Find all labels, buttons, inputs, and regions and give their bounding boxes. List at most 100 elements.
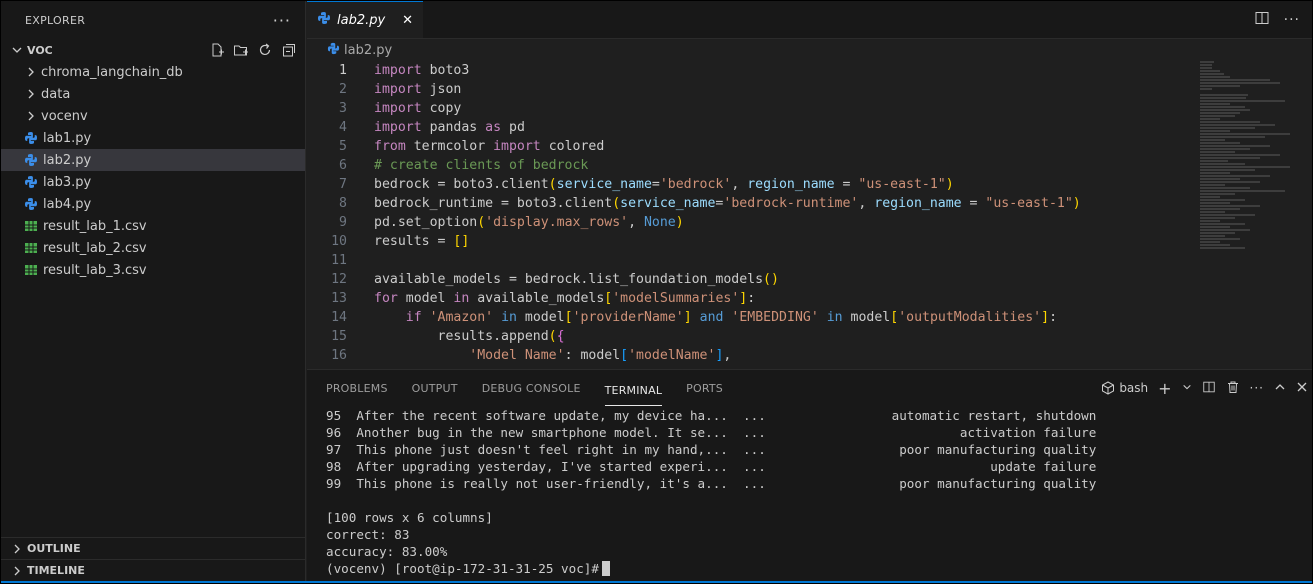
- breadcrumb[interactable]: lab2.py: [307, 39, 1312, 61]
- more-actions-button[interactable]: ···: [273, 11, 291, 30]
- explorer-sidebar: EXPLORER ··· VOC chroma_langchain_db dat…: [1, 1, 306, 583]
- split-terminal-icon[interactable]: [1202, 380, 1216, 397]
- terminal-prompt-line[interactable]: (vocenv) [root@ip-172-31-31-25 voc]#: [326, 561, 1306, 578]
- code-line: 9 pd.set_option('display.max_rows', None): [307, 213, 1187, 232]
- python-file-icon: [317, 11, 331, 29]
- tab-lab2[interactable]: lab2.py ✕: [307, 1, 423, 38]
- tab-ports[interactable]: PORTS: [686, 370, 723, 406]
- row-index: 95: [326, 408, 342, 423]
- tab-debug-console[interactable]: DEBUG CONSOLE: [482, 370, 581, 406]
- code-editor[interactable]: 1 import boto3 2 import json 3 import copy …: [307, 61, 1187, 369]
- tree-item-lab1[interactable]: lab1.py: [1, 127, 305, 149]
- row-index: 96: [326, 425, 342, 440]
- line-number: 5: [339, 139, 347, 154]
- more-icon[interactable]: ···: [1250, 381, 1264, 395]
- tree-item-label: lab2.py: [43, 152, 92, 168]
- code-line: 12 available_models = bedrock.list_founda…: [307, 270, 1187, 289]
- tree-item-lab4[interactable]: lab4.py: [1, 193, 305, 215]
- editor-area: lab2.py ✕ ··· lab2.py 1 import boto3 2 imp…: [307, 1, 1312, 369]
- breadcrumb-file: lab2.py: [344, 42, 393, 58]
- terminal-accuracy: accuracy: 83.00%: [326, 544, 448, 559]
- python-file-icon: [23, 174, 39, 190]
- terminal-icon: [1102, 381, 1115, 395]
- timeline-section[interactable]: TIMELINE: [1, 559, 306, 581]
- terminal-row: 96 Another bug in the new smartphone mod…: [326, 425, 1306, 442]
- tree-item-label: lab3.py: [43, 174, 92, 190]
- code-line: 7 bedrock = boto3.client(service_name='be…: [307, 175, 1187, 194]
- line-number: 11: [331, 253, 347, 268]
- chevron-down-icon: [9, 42, 25, 58]
- explorer-title: EXPLORER: [25, 13, 86, 27]
- code-line: 6 # create clients of bedrock: [307, 156, 1187, 175]
- line-number: 6: [339, 158, 347, 173]
- more-actions-icon[interactable]: ···: [1284, 12, 1300, 28]
- collapse-all-icon[interactable]: [281, 42, 297, 58]
- tree-item-result-lab-2[interactable]: result_lab_2.csv: [1, 237, 305, 259]
- tree-item-label: data: [41, 86, 71, 102]
- chevron-right-icon: [23, 108, 39, 124]
- terminal-profile[interactable]: bash: [1101, 381, 1148, 395]
- row-text: After the recent software update, my dev…: [356, 408, 766, 423]
- tab-problems[interactable]: PROBLEMS: [326, 370, 388, 406]
- row-text: This phone is really not user-friendly, …: [356, 476, 766, 491]
- code-line: 5 from termcolor import colored: [307, 137, 1187, 156]
- tree-item-label: lab1.py: [43, 130, 92, 146]
- minimap[interactable]: [1200, 61, 1295, 261]
- terminal-row: 99 This phone is really not user-friendl…: [326, 476, 1306, 493]
- new-file-icon[interactable]: [209, 42, 225, 58]
- new-folder-icon[interactable]: [233, 42, 249, 58]
- close-tab-button[interactable]: ✕: [402, 13, 413, 28]
- line-number: 1: [339, 63, 347, 78]
- outline-section[interactable]: OUTLINE: [1, 537, 306, 559]
- tab-label: lab2.py: [337, 12, 386, 28]
- tree-item-label: vocenv: [41, 108, 88, 124]
- terminal-cursor: [601, 561, 610, 576]
- tree-item-result-lab-3[interactable]: result_lab_3.csv: [1, 259, 305, 281]
- terminal-prompt: (vocenv) [root@ip-172-31-31-25 voc]#: [326, 561, 599, 576]
- tab-terminal[interactable]: TERMINAL: [604, 384, 663, 406]
- tree-item-data[interactable]: data: [1, 83, 305, 105]
- tree-item-chroma-langchain-db[interactable]: chroma_langchain_db: [1, 61, 305, 83]
- code-line: 16 'Model Name': model['modelName'],: [307, 346, 1187, 365]
- line-number: 8: [339, 196, 347, 211]
- row-result: poor manufacturing quality: [899, 476, 1097, 491]
- row-index: 98: [326, 459, 342, 474]
- outline-label: OUTLINE: [27, 542, 81, 555]
- terminal-output[interactable]: 95 After the recent software update, my …: [326, 408, 1306, 583]
- row-text: This phone just doesn't feel right in my…: [356, 442, 766, 457]
- chevron-down-icon[interactable]: [1182, 381, 1192, 395]
- maximize-panel-icon[interactable]: [1274, 381, 1286, 396]
- tree-item-lab3[interactable]: lab3.py: [1, 171, 305, 193]
- tab-output[interactable]: OUTPUT: [412, 370, 458, 406]
- line-number: 16: [331, 348, 347, 363]
- close-panel-icon[interactable]: [1296, 381, 1308, 396]
- row-index: 97: [326, 442, 342, 457]
- panel-tabs: PROBLEMS OUTPUT DEBUG CONSOLE TERMINAL P…: [307, 370, 1312, 406]
- code-line: 1 import boto3: [307, 61, 1187, 80]
- trash-icon[interactable]: [1226, 380, 1240, 397]
- folder-voc[interactable]: VOC: [1, 39, 305, 61]
- line-number: 10: [331, 234, 347, 249]
- tree-item-vocenv[interactable]: vocenv: [1, 105, 305, 127]
- code-line: 15 results.append({: [307, 327, 1187, 346]
- line-number: 12: [331, 272, 347, 287]
- terminal-correct: correct: 83: [326, 527, 410, 542]
- csv-file-icon: [23, 218, 39, 234]
- tree-item-result-lab-1[interactable]: result_lab_1.csv: [1, 215, 305, 237]
- row-index: 99: [326, 476, 342, 491]
- add-terminal-icon[interactable]: +: [1158, 379, 1171, 398]
- csv-file-icon: [23, 240, 39, 256]
- tree-item-lab2[interactable]: lab2.py: [1, 149, 305, 171]
- explorer-header: EXPLORER ···: [1, 1, 305, 39]
- refresh-icon[interactable]: [257, 42, 273, 58]
- split-editor-icon[interactable]: [1254, 10, 1270, 30]
- line-number: 15: [331, 329, 347, 344]
- terminal-summary: [100 rows x 6 columns]: [326, 510, 493, 525]
- code-line: 3 import copy: [307, 99, 1187, 118]
- editor-tabs: lab2.py ✕ ···: [307, 1, 1312, 39]
- code-line: 14 if 'Amazon' in model['providerName'] …: [307, 308, 1187, 327]
- bottom-panel: PROBLEMS OUTPUT DEBUG CONSOLE TERMINAL P…: [307, 369, 1312, 583]
- chevron-right-icon: [23, 86, 39, 102]
- file-tree: chroma_langchain_db data vocenv lab1.py …: [1, 61, 305, 281]
- python-file-icon: [23, 152, 39, 168]
